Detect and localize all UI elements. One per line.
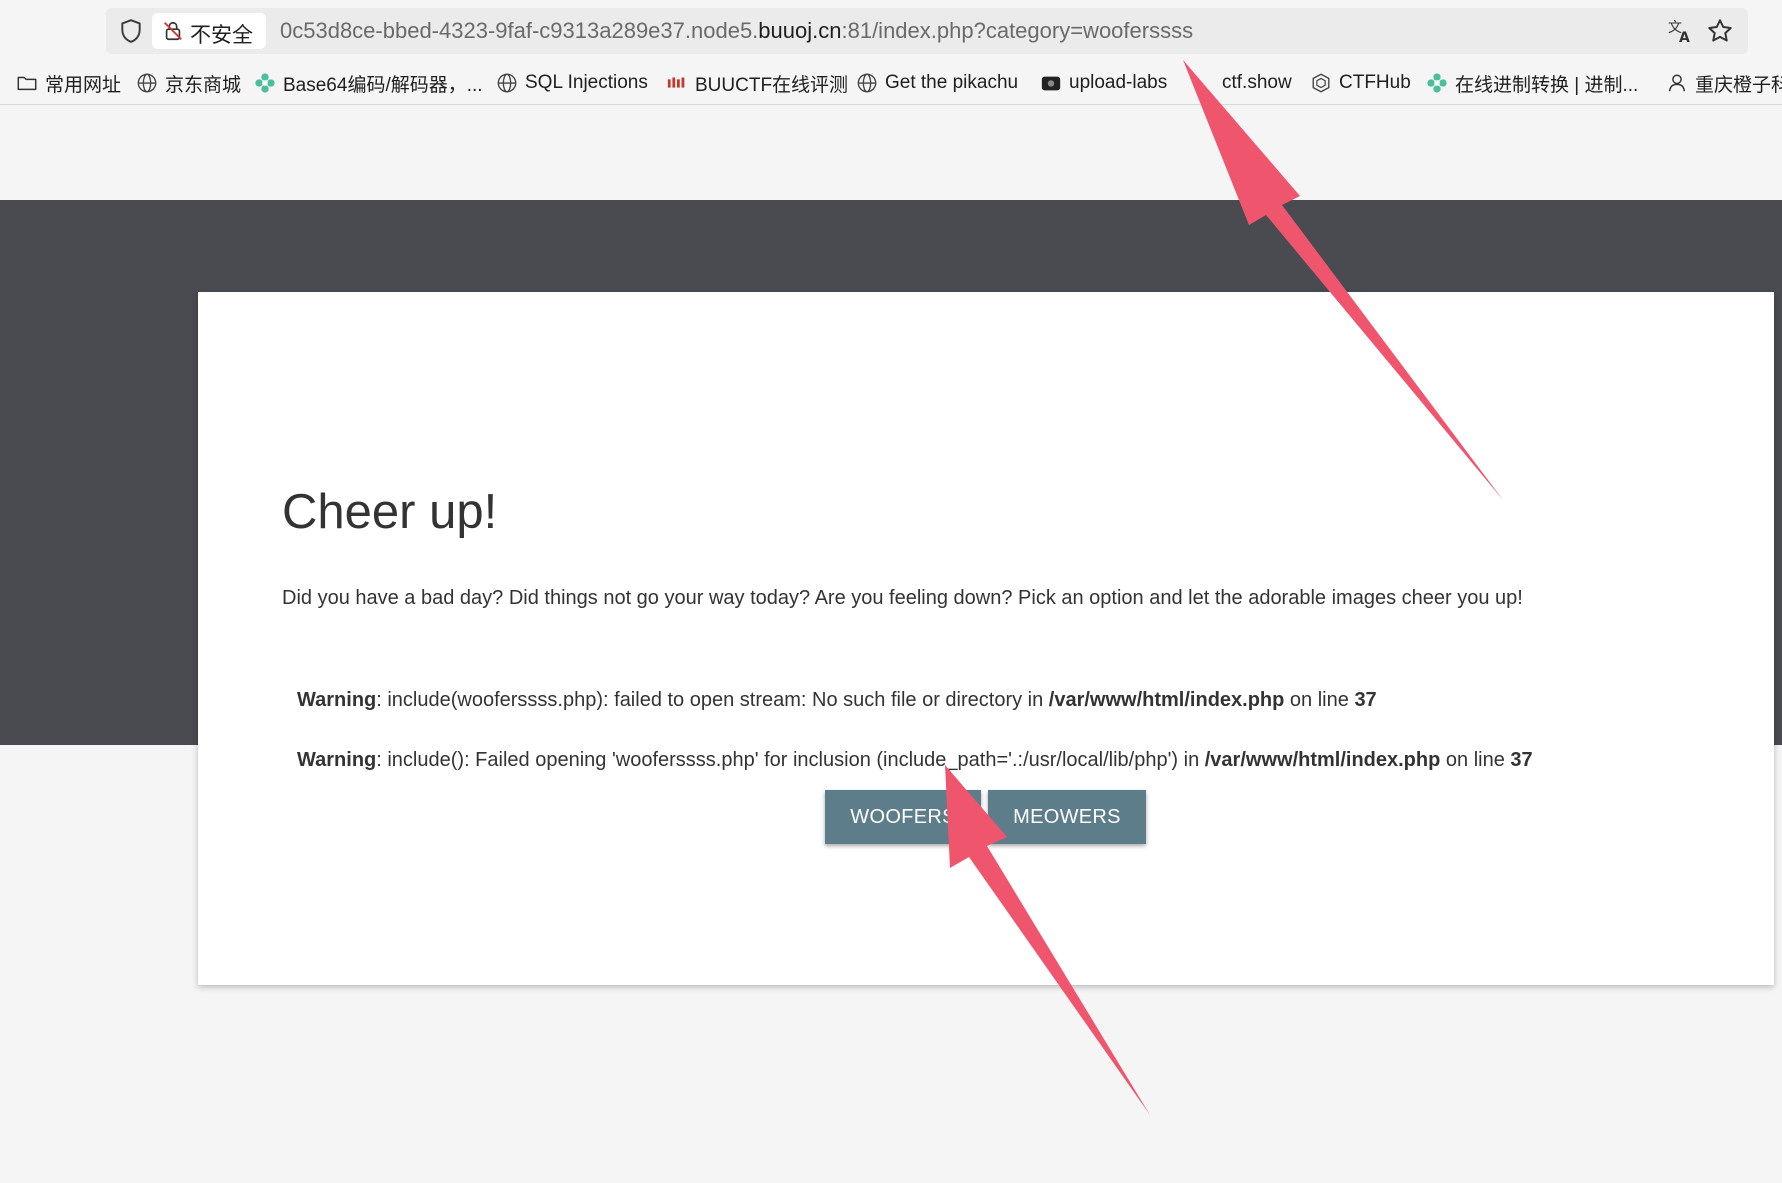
warning-path: /var/www/html/index.php: [1204, 749, 1441, 771]
warning-label: Warning: [297, 689, 377, 711]
warning-text: : include(wooferssss.php): failed to ope…: [376, 689, 1049, 711]
url-suffix: :81/index.php?category=wooferssss: [841, 18, 1194, 43]
url-host: buuoj.cn: [758, 18, 842, 43]
flower-icon: [1427, 73, 1447, 93]
warning-line-number: 37: [1354, 689, 1377, 711]
content-card: Cheer up! Did you have a bad day? Did th…: [198, 292, 1774, 985]
star-icon[interactable]: [1706, 17, 1734, 45]
bookmark-label: Base64编码/解码器，...: [283, 74, 483, 96]
bookmark-label: upload-labs: [1069, 72, 1168, 93]
translate-icon[interactable]: 文 A: [1666, 17, 1694, 45]
warning-line-number: 37: [1510, 749, 1533, 771]
bookmark-label: ctf.show: [1222, 72, 1292, 93]
globe-icon: [137, 73, 157, 93]
globe-icon: [497, 73, 517, 93]
buuctf-icon: [667, 77, 685, 88]
bookmark-item[interactable]: upload-labs: [1040, 70, 1167, 96]
bookmark-item[interactable]: 京东商城: [136, 70, 241, 96]
warning-text: : include(): Failed opening 'wooferssss.…: [376, 749, 1205, 771]
woofers-button[interactable]: WOOFERS: [825, 790, 981, 844]
bookmark-label: 在线进制转换 | 进制...: [1455, 74, 1639, 96]
browser-toolbar: 不安全 0c53d8ce-bbed-4323-9faf-c9313a289e37…: [0, 0, 1782, 62]
warning-on-line: on line: [1440, 749, 1511, 771]
person-icon: [1668, 74, 1686, 92]
warning-on-line: on line: [1284, 689, 1355, 711]
warning-label: Warning: [297, 749, 377, 771]
bookmarks-bar: 常用网址 京东商城 Base64编码/解码器，... SQL Injection…: [0, 62, 1782, 105]
bookmark-item[interactable]: ctf.show: [1193, 70, 1292, 96]
svg-text:A: A: [1679, 30, 1690, 45]
flower-icon: [255, 73, 275, 93]
page-title: Cheer up!: [282, 485, 498, 539]
url-prefix: 0c53d8ce-bbed-4323-9faf-c9313a289e37.nod…: [280, 18, 759, 43]
lock-off-icon: [164, 21, 182, 41]
bookmark-label: SQL Injections: [525, 72, 648, 93]
url-text[interactable]: 0c53d8ce-bbed-4323-9faf-c9313a289e37.nod…: [280, 18, 1193, 44]
php-warning-1: Warning: include(wooferssss.php): failed…: [297, 689, 1377, 712]
bookmark-label: CTFHub: [1339, 72, 1411, 93]
bookmark-label: 常用网址: [45, 74, 122, 96]
warning-path: /var/www/html/index.php: [1048, 689, 1285, 711]
php-warning-2: Warning: include(): Failed opening 'woof…: [297, 749, 1533, 772]
bookmark-item[interactable]: 在线进制转换 | 进制...: [1426, 70, 1638, 96]
meowers-button[interactable]: MEOWERS: [988, 790, 1146, 844]
bookmark-item[interactable]: SQL Injections: [496, 70, 648, 96]
security-indicator[interactable]: 不安全: [152, 13, 266, 49]
shield-icon[interactable]: [118, 18, 144, 44]
bookmark-item[interactable]: 重庆橙子科: [1666, 70, 1782, 96]
bookmark-label: 重庆橙子科: [1695, 74, 1782, 96]
bookmark-item[interactable]: BUUCTF在线评测: [666, 70, 848, 96]
address-bar[interactable]: 不安全 0c53d8ce-bbed-4323-9faf-c9313a289e37…: [106, 8, 1748, 54]
upload-icon: [1041, 76, 1061, 91]
bookmark-label: Get the pikachu: [885, 72, 1019, 93]
cube-icon: [1312, 73, 1330, 93]
bookmark-item[interactable]: Base64编码/解码器，...: [254, 70, 483, 96]
security-label: 不安全: [190, 24, 253, 47]
intro-text: Did you have a bad day? Did things not g…: [282, 587, 1523, 609]
bookmark-item[interactable]: Get the pikachu: [856, 70, 1018, 96]
bookmark-item[interactable]: CTFHub: [1310, 70, 1411, 96]
ctfshow-icon: [1201, 80, 1207, 86]
globe-icon: [857, 73, 877, 93]
bookmark-label: BUUCTF在线评测: [695, 74, 849, 96]
bookmark-label: 京东商城: [165, 74, 242, 96]
bookmark-folder[interactable]: 常用网址: [16, 70, 121, 96]
folder-icon: [17, 76, 37, 91]
